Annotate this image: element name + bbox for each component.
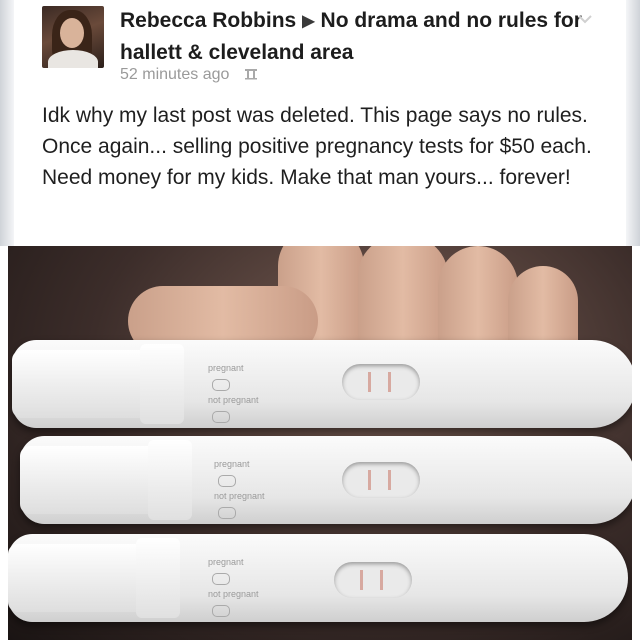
double-line-symbol <box>218 474 236 487</box>
control-line <box>360 570 363 590</box>
audience-icon <box>244 69 257 80</box>
label-pregnant: pregnant <box>208 363 244 373</box>
avatar[interactable] <box>42 6 104 68</box>
frame-right <box>626 0 640 246</box>
test-cap <box>8 544 138 612</box>
result-window <box>342 364 420 400</box>
pregnancy-test: pregnant not pregnant <box>20 436 632 524</box>
double-line-symbol <box>212 572 230 585</box>
test-legend: pregnant not pregnant <box>208 554 259 618</box>
author-name[interactable]: Rebecca Robbins <box>120 9 296 32</box>
post-text: Idk why my last post was deleted. This p… <box>42 104 592 189</box>
test-band <box>140 344 184 424</box>
label-not-pregnant: not pregnant <box>208 395 259 405</box>
post-meta: 52 minutes ago <box>120 66 258 84</box>
chevron-down-icon[interactable] <box>578 14 592 24</box>
result-window <box>334 562 412 598</box>
test-band <box>148 440 192 520</box>
test-line <box>380 570 383 590</box>
control-line <box>368 470 371 490</box>
single-line-symbol <box>218 506 236 519</box>
pregnancy-test: pregnant not pregnant <box>12 340 632 428</box>
test-legend: pregnant not pregnant <box>214 456 265 520</box>
test-band <box>136 538 180 618</box>
pregnancy-test: pregnant not pregnant <box>8 534 628 622</box>
avatar-face <box>60 18 84 48</box>
single-line-symbol <box>212 604 230 617</box>
test-legend: pregnant not pregnant <box>208 360 259 424</box>
label-not-pregnant: not pregnant <box>208 589 259 599</box>
avatar-shoulder <box>48 50 98 68</box>
test-cap <box>20 446 150 514</box>
test-line <box>388 372 391 392</box>
double-line-symbol <box>212 378 230 391</box>
post-title: Rebecca Robbins ▶ No drama and no rules fo… <box>120 6 590 68</box>
result-window <box>342 462 420 498</box>
triangle-right-icon: ▶ <box>302 13 315 30</box>
frame-left <box>0 0 14 246</box>
label-pregnant: pregnant <box>208 557 244 567</box>
label-not-pregnant: not pregnant <box>214 491 265 501</box>
post-header: Rebecca Robbins ▶ No drama and no rules fo… <box>0 0 640 246</box>
label-pregnant: pregnant <box>214 459 250 469</box>
test-cap <box>12 350 142 418</box>
control-line <box>368 372 371 392</box>
test-line <box>388 470 391 490</box>
post-timestamp[interactable]: 52 minutes ago <box>120 66 229 83</box>
post-photo[interactable]: pregnant not pregnant pregnant not pregn… <box>8 246 632 640</box>
single-line-symbol <box>212 410 230 423</box>
